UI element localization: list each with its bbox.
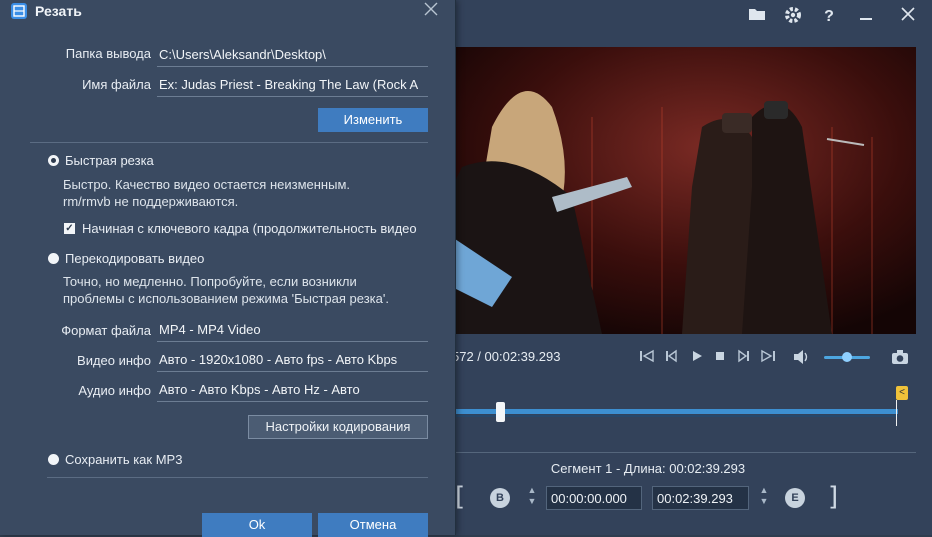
stop-icon[interactable]	[711, 349, 729, 367]
end-time-stepper[interactable]: ▲ ▼	[756, 485, 772, 511]
video-info-field[interactable]: Авто - 1920x1080 - Авто fps - Авто Kbps	[157, 348, 428, 372]
keyframe-label[interactable]: Начиная с ключевого кадра (продолжительн…	[82, 221, 447, 236]
reencode-label[interactable]: Перекодировать видео	[65, 251, 204, 266]
fast-cut-label[interactable]: Быстрая резка	[65, 153, 154, 168]
change-button[interactable]: Изменить	[318, 108, 428, 132]
save-mp3-radio[interactable]	[48, 454, 59, 465]
audio-info-label: Аудио инфо	[78, 383, 151, 398]
volume-slider-handle[interactable]	[842, 352, 852, 362]
reencode-radio[interactable]	[48, 253, 59, 264]
file-format-label: Формат файла	[61, 323, 151, 338]
dialog-titlebar: Резать	[0, 0, 455, 22]
start-time-stepper[interactable]: ▲ ▼	[524, 485, 540, 511]
fast-cut-description-line2: rm/rmvb не поддерживаются.	[63, 194, 239, 209]
end-time-field[interactable]: 00:02:39.293	[652, 486, 749, 510]
cancel-button[interactable]: Отмена	[318, 513, 428, 537]
skip-to-start-icon[interactable]	[638, 349, 656, 367]
save-mp3-label[interactable]: Сохранить как MP3	[65, 452, 182, 467]
timeline-track[interactable]	[452, 409, 898, 414]
prev-frame-icon[interactable]	[662, 349, 680, 367]
minimize-icon[interactable]	[855, 6, 877, 28]
dialog-title: Резать	[35, 3, 82, 19]
set-end-bracket-button[interactable]: ]	[828, 482, 838, 512]
timeline-track-shadow	[452, 415, 898, 417]
ok-button[interactable]: Ok	[202, 513, 312, 537]
video-info-label: Видео инфо	[77, 353, 151, 368]
divider	[30, 142, 428, 143]
volume-icon[interactable]	[792, 349, 810, 367]
segment-end-line	[896, 400, 897, 426]
file-format-select[interactable]: MP4 - MP4 Video	[157, 318, 428, 342]
start-time-field[interactable]: 00:00:00.000	[546, 486, 642, 510]
help-icon[interactable]: ?	[818, 6, 840, 28]
fast-cut-radio[interactable]	[48, 155, 59, 166]
timecode-display: 572 / 00:02:39.293	[452, 349, 561, 364]
output-folder-label: Папка вывода	[65, 46, 151, 61]
encoding-settings-button[interactable]: Настройки кодирования	[248, 415, 428, 439]
cut-dialog: Резать Папка вывода C:\Users\Aleksandr\D…	[0, 0, 456, 537]
segment-length-label: Сегмент 1 - Длина: 00:02:39.293	[550, 461, 746, 476]
audio-info-field[interactable]: Авто - Авто Kbps - Авто Hz - Авто	[157, 378, 428, 402]
segment-divider	[452, 452, 916, 453]
reencode-description-line1: Точно, но медленно. Попробуйте, если воз…	[63, 274, 357, 289]
snapshot-icon[interactable]	[891, 349, 909, 367]
filename-label: Имя файла	[82, 77, 151, 92]
reencode-description-line2: проблемы с использованием режима 'Быстра…	[63, 291, 389, 306]
keyframe-checkbox[interactable]: ✓	[64, 223, 75, 234]
filename-field[interactable]: Ex: Judas Priest - Breaking The Law (Roc…	[157, 73, 428, 97]
skip-to-end-icon[interactable]	[759, 349, 777, 367]
dialog-close-icon[interactable]	[421, 0, 441, 20]
start-marker-icon[interactable]: B	[490, 488, 510, 508]
film-icon	[11, 3, 27, 19]
divider	[47, 477, 428, 478]
gear-icon[interactable]	[782, 6, 804, 28]
end-marker-icon[interactable]: E	[785, 488, 805, 508]
next-frame-icon[interactable]	[735, 349, 753, 367]
fast-cut-description-line1: Быстро. Качество видео остается неизменн…	[63, 177, 350, 192]
video-preview[interactable]	[452, 47, 916, 334]
set-start-bracket-button[interactable]: [	[455, 482, 465, 512]
play-icon[interactable]	[688, 349, 706, 367]
close-icon[interactable]	[897, 6, 919, 28]
output-folder-field[interactable]: C:\Users\Aleksandr\Desktop\	[157, 43, 428, 67]
folder-icon[interactable]	[746, 6, 768, 28]
timeline-playhead[interactable]	[496, 402, 505, 422]
segment-end-flag[interactable]: <	[896, 386, 908, 400]
